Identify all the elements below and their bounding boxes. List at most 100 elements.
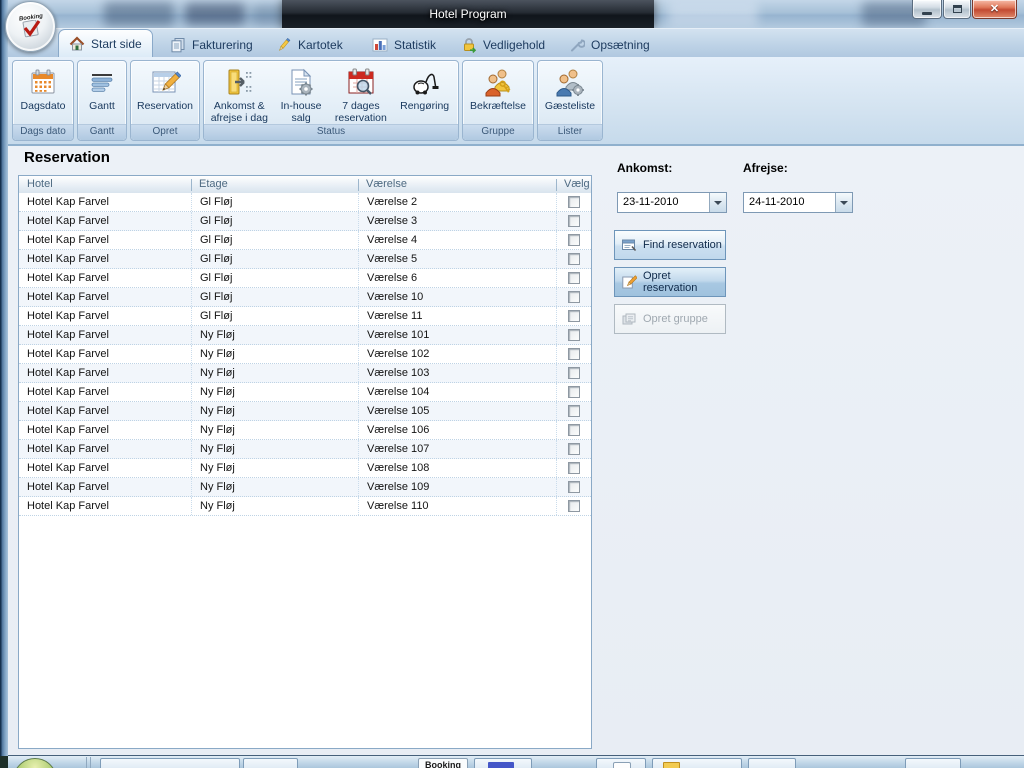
cell-etage: Ny Fløj (191, 478, 358, 496)
cell-etage: Ny Fløj (191, 421, 358, 439)
cell-hotel: Hotel Kap Farvel (19, 345, 191, 363)
gantt-button[interactable]: Gantt (84, 63, 120, 124)
row-checkbox[interactable] (568, 386, 580, 398)
afrejse-dropdown-button[interactable] (835, 193, 852, 212)
row-checkbox[interactable] (568, 462, 580, 474)
tab-fakturering[interactable]: Fakturering (160, 33, 263, 57)
table-row[interactable]: Hotel Kap FarvelNy FløjVærelse 105 (19, 402, 591, 421)
ankomst-date-picker[interactable]: 23-11-2010 (617, 192, 727, 213)
chevron-down-icon (714, 201, 722, 205)
find-reservation-button[interactable]: Find reservation (614, 230, 726, 260)
opret-gruppe-button[interactable]: Opret gruppe (614, 304, 726, 334)
dagsdato-button[interactable]: Dagsdato (19, 63, 68, 124)
row-checkbox[interactable] (568, 291, 580, 303)
maximize-button[interactable] (943, 0, 971, 19)
column-header-hotel[interactable]: Hotel (19, 176, 191, 193)
row-checkbox[interactable] (568, 424, 580, 436)
cell-hotel: Hotel Kap Farvel (19, 440, 191, 458)
rengoering-button[interactable]: Rengøring (393, 63, 456, 124)
table-row[interactable]: Hotel Kap FarvelGl FløjVærelse 3 (19, 212, 591, 231)
cell-etage: Gl Fløj (191, 231, 358, 249)
syv-dages-reservation-button[interactable]: 7 dages reservation (330, 63, 393, 124)
ribbon-button-label: 7 dages reservation (332, 100, 391, 124)
bekraeftelse-button[interactable]: Bekræftelse (468, 63, 528, 124)
cell-hotel: Hotel Kap Farvel (19, 402, 191, 420)
table-row[interactable]: Hotel Kap FarvelNy FløjVærelse 109 (19, 478, 591, 497)
taskbar-button-booking[interactable]: Booking (418, 758, 468, 768)
cell-etage: Ny Fløj (191, 345, 358, 363)
minimize-button[interactable] (912, 0, 942, 19)
ribbon-button-label: Dagsdato (21, 100, 66, 112)
ribbon-group-label: Status (204, 124, 458, 140)
table-row[interactable]: Hotel Kap FarvelGl FløjVærelse 5 (19, 250, 591, 269)
gantt-lines-icon (86, 66, 118, 98)
taskbar: Booking (0, 755, 1024, 768)
ribbon-button-label: Gæsteliste (545, 100, 595, 112)
cell-vaelg (556, 364, 591, 382)
row-checkbox[interactable] (568, 196, 580, 208)
row-checkbox[interactable] (568, 500, 580, 512)
maintenance-lock-icon (461, 37, 477, 53)
reservation-button[interactable]: Reservation (135, 63, 195, 124)
afrejse-date-picker[interactable]: 24-11-2010 (743, 192, 853, 213)
table-row[interactable]: Hotel Kap FarvelGl FløjVærelse 4 (19, 231, 591, 250)
taskbar-button[interactable] (905, 758, 961, 768)
cell-vaerelse: Værelse 2 (358, 193, 556, 211)
cell-hotel: Hotel Kap Farvel (19, 269, 191, 287)
taskbar-button[interactable] (652, 758, 742, 768)
row-checkbox[interactable] (568, 443, 580, 455)
row-checkbox[interactable] (568, 253, 580, 265)
cell-etage: Gl Fløj (191, 269, 358, 287)
column-header-vaerelse[interactable]: Værelse (358, 176, 556, 193)
tab-statistik[interactable]: Statistik (362, 33, 446, 57)
taskbar-button[interactable] (243, 758, 298, 768)
ribbon: Dagsdato Dags dato Gantt Gantt (8, 57, 1024, 146)
gaesteliste-button[interactable]: Gæsteliste (543, 63, 597, 124)
ribbon-tab-row: Start side Fakturering Kartotek Statisti… (8, 28, 1024, 57)
ankomst-afrejse-button[interactable]: Ankomst & afrejse i dag (206, 63, 273, 124)
row-checkbox[interactable] (568, 348, 580, 360)
table-row[interactable]: Hotel Kap FarvelGl FløjVærelse 11 (19, 307, 591, 326)
table-row[interactable]: Hotel Kap FarvelGl FløjVærelse 10 (19, 288, 591, 307)
ankomst-dropdown-button[interactable] (709, 193, 726, 212)
table-row[interactable]: Hotel Kap FarvelNy FløjVærelse 107 (19, 440, 591, 459)
taskbar-button[interactable] (474, 758, 532, 768)
table-row[interactable]: Hotel Kap FarvelNy FløjVærelse 106 (19, 421, 591, 440)
column-header-vaelg[interactable]: Vælg (556, 176, 591, 193)
row-checkbox[interactable] (568, 481, 580, 493)
row-checkbox[interactable] (568, 405, 580, 417)
tab-start-side[interactable]: Start side (58, 29, 153, 57)
taskbar-button[interactable] (100, 758, 240, 768)
table-row[interactable]: Hotel Kap FarvelGl FløjVærelse 2 (19, 193, 591, 212)
in-house-salg-button[interactable]: In-house salg (274, 63, 329, 124)
column-header-etage[interactable]: Etage (191, 176, 358, 193)
table-row[interactable]: Hotel Kap FarvelNy FløjVærelse 102 (19, 345, 591, 364)
table-row[interactable]: Hotel Kap FarvelNy FløjVærelse 103 (19, 364, 591, 383)
close-icon: ✕ (990, 1, 999, 18)
start-orb[interactable] (13, 758, 57, 768)
opret-reservation-button[interactable]: Opret reservation (614, 267, 726, 297)
row-checkbox[interactable] (568, 272, 580, 284)
row-checkbox[interactable] (568, 310, 580, 322)
cell-vaerelse: Værelse 6 (358, 269, 556, 287)
tab-opsaetning[interactable]: Opsætning (559, 33, 660, 57)
row-checkbox[interactable] (568, 367, 580, 379)
table-row[interactable]: Hotel Kap FarvelNy FløjVærelse 104 (19, 383, 591, 402)
cell-vaelg (556, 288, 591, 306)
taskbar-button[interactable] (748, 758, 796, 768)
row-checkbox[interactable] (568, 329, 580, 341)
close-button[interactable]: ✕ (972, 0, 1017, 19)
table-row[interactable]: Hotel Kap FarvelNy FløjVærelse 101 (19, 326, 591, 345)
application-menu-orb[interactable]: Booking (5, 1, 56, 52)
table-row[interactable]: Hotel Kap FarvelNy FløjVærelse 110 (19, 497, 591, 516)
taskbar-button[interactable] (596, 758, 646, 768)
tab-vedligehold[interactable]: Vedligehold (451, 33, 555, 57)
tab-kartotek[interactable]: Kartotek (266, 33, 353, 57)
table-row[interactable]: Hotel Kap FarvelNy FløjVærelse 108 (19, 459, 591, 478)
table-row[interactable]: Hotel Kap FarvelGl FløjVærelse 6 (19, 269, 591, 288)
row-checkbox[interactable] (568, 215, 580, 227)
row-checkbox[interactable] (568, 234, 580, 246)
maximize-icon (953, 5, 962, 13)
folder-icon (663, 762, 680, 768)
ribbon-button-label: In-house salg (276, 100, 327, 124)
